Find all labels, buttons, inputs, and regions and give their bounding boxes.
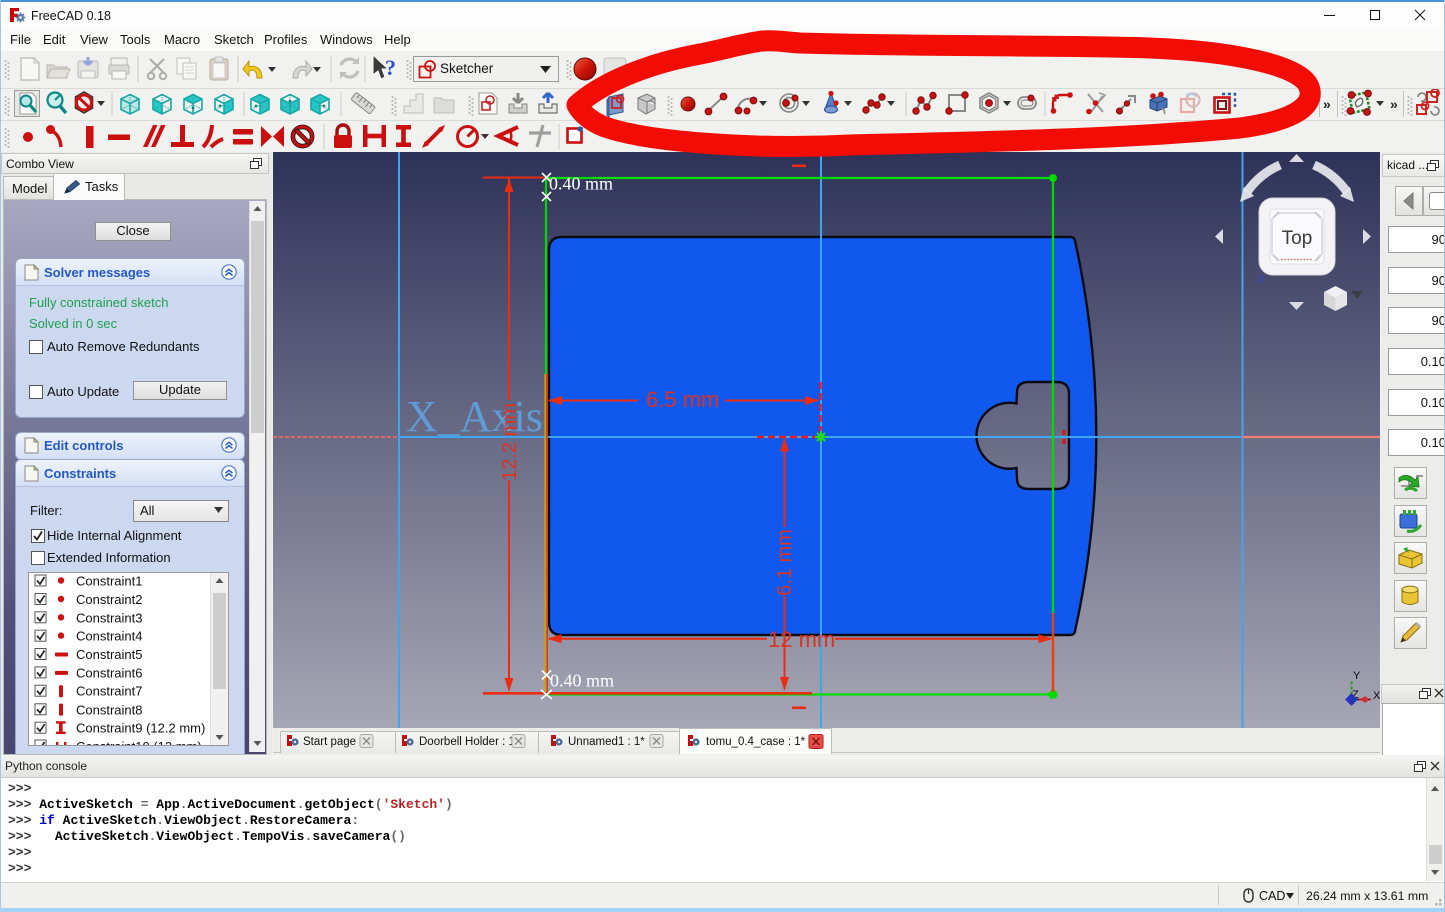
- svg-text:12 mm: 12 mm: [768, 627, 835, 652]
- svg-text:Constraint5: Constraint5: [76, 647, 142, 662]
- svg-text:Constraint4: Constraint4: [76, 629, 142, 644]
- svg-text:12.2 mm: 12.2 mm: [499, 403, 521, 481]
- svg-text:tomu_0.4_case : 1*: tomu_0.4_case : 1*: [706, 736, 806, 748]
- svg-text:0.40 mm: 0.40 mm: [549, 174, 613, 194]
- svg-text:Constraint8: Constraint8: [76, 702, 142, 717]
- svg-text:X_Axis: X_Axis: [406, 392, 543, 441]
- svg-text:Constraint10 (12 mm): Constraint10 (12 mm): [76, 739, 202, 745]
- svg-text:Constraint1: Constraint1: [76, 574, 142, 589]
- svg-text:Top: Top: [1282, 228, 1313, 249]
- svg-text:6.1 mm: 6.1 mm: [774, 529, 796, 596]
- svg-text:0.40 mm: 0.40 mm: [550, 671, 614, 691]
- svg-text:Constraint3: Constraint3: [76, 610, 142, 625]
- svg-text:z: z: [1257, 271, 1264, 285]
- svg-text:Constraint2: Constraint2: [76, 592, 142, 607]
- svg-text:Y: Y: [1353, 670, 1361, 682]
- svg-text:»: »: [1390, 96, 1398, 112]
- svg-text:6.5 mm: 6.5 mm: [646, 387, 719, 412]
- svg-text:Constraint9 (12.2 mm): Constraint9 (12.2 mm): [76, 721, 205, 736]
- svg-text:X: X: [1373, 690, 1380, 702]
- svg-text:Start page: Start page: [303, 736, 356, 748]
- svg-text:Constraint7: Constraint7: [76, 684, 142, 699]
- svg-text:Sketcher: Sketcher: [440, 61, 494, 76]
- svg-text:?: ?: [385, 55, 396, 80]
- svg-text:Doorbell Holder : 1: Doorbell Holder : 1: [419, 736, 515, 748]
- svg-text:Constraint6: Constraint6: [76, 665, 142, 680]
- svg-text:Unnamed1 : 1*: Unnamed1 : 1*: [568, 736, 645, 748]
